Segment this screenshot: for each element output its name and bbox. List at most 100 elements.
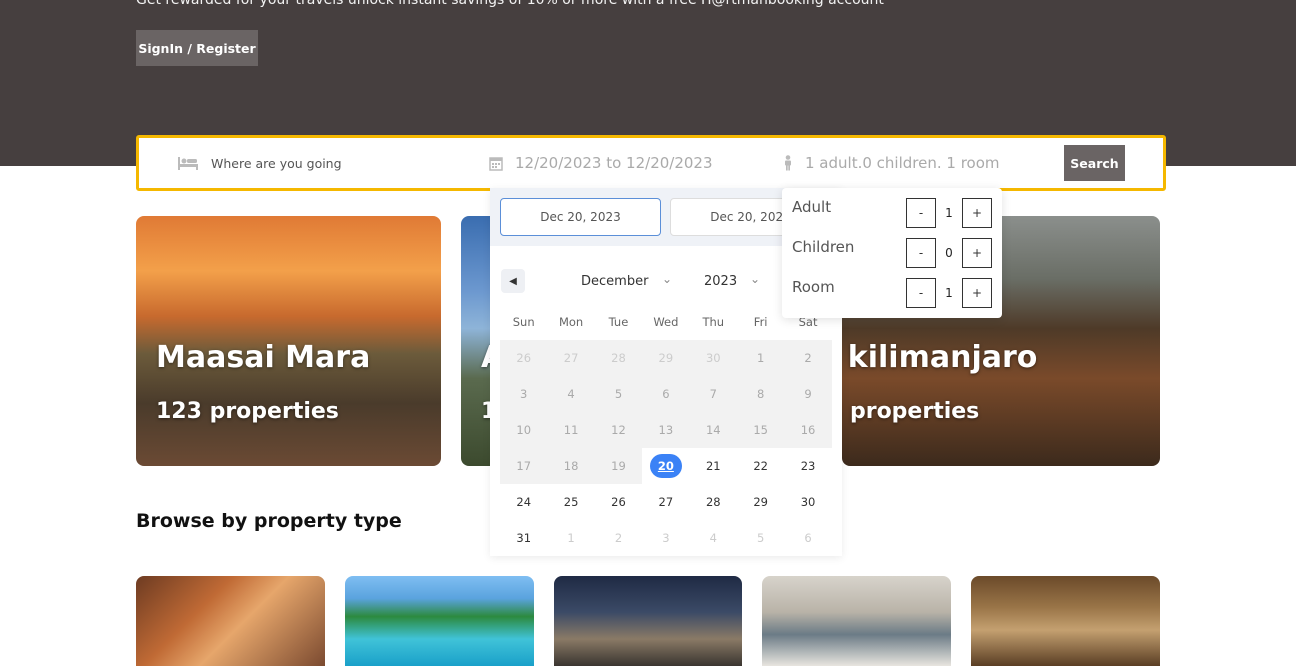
- room-value: 1: [945, 286, 953, 300]
- calendar-week-row: 24 25 26 27 28 29 30: [500, 484, 832, 520]
- calendar-day-number: 3: [520, 387, 528, 401]
- calendar-day[interactable]: 5: [737, 520, 784, 556]
- property-type-card[interactable]: [971, 576, 1160, 666]
- calendar-day-number: 23: [800, 459, 816, 473]
- calendar-day[interactable]: 23: [784, 448, 831, 484]
- calendar-day: 14: [689, 412, 737, 448]
- calendar-day[interactable]: 31: [500, 520, 547, 556]
- destination-input[interactable]: [211, 155, 461, 171]
- adult-minus-button[interactable]: -: [906, 198, 936, 228]
- calendar-day[interactable]: 30: [784, 484, 831, 520]
- calendar-day: 28: [594, 340, 643, 376]
- calendar-day: 19: [594, 448, 643, 484]
- calendar-day-number: 1: [756, 351, 765, 365]
- prev-month-button[interactable]: ◀: [501, 269, 525, 293]
- year-select[interactable]: 2023: [704, 274, 737, 289]
- calendar-day-number: 24: [516, 495, 532, 509]
- calendar-icon: [489, 156, 503, 171]
- calendar-week-row: 31 1 2 3 4 5 6: [500, 520, 832, 556]
- calendar-day-number: 9: [804, 387, 812, 401]
- calendar-day: 12: [594, 412, 643, 448]
- children-row: Children - 0 +: [792, 228, 992, 268]
- calendar-day: 3: [500, 376, 548, 412]
- calendar-day-number: 20: [649, 454, 682, 478]
- children-minus-button[interactable]: -: [906, 238, 936, 268]
- property-type-card[interactable]: [762, 576, 951, 666]
- calendar-day-number: 10: [516, 423, 532, 437]
- weekday-label: Mon: [558, 315, 584, 329]
- calendar-day: 29: [642, 340, 690, 376]
- calendar-day-number: 28: [611, 351, 626, 365]
- calendar-day-number: 6: [804, 531, 812, 545]
- calendar-day[interactable]: 2: [595, 520, 642, 556]
- calendar-day-number: 27: [563, 351, 579, 365]
- calendar-day: 5: [594, 376, 643, 412]
- start-date-input[interactable]: Dec 20, 2023: [500, 198, 661, 236]
- guests-text: 1 adult.0 children. 1 room: [805, 154, 1000, 172]
- calendar-day: 15: [736, 412, 785, 448]
- calendar-day-number: 15: [753, 423, 768, 437]
- dates-field[interactable]: 12/20/2023 to 12/20/2023: [489, 138, 769, 188]
- guests-popup: Adult - 1 + Children - 0 + Room - 1 +: [782, 188, 1002, 318]
- calendar-day-number: 19: [611, 459, 626, 473]
- calendar-day-number: 27: [658, 495, 674, 509]
- calendar-day-number: 12: [611, 423, 626, 437]
- calendar-day: 10: [500, 412, 548, 448]
- chevron-down-icon: ⌄: [662, 272, 673, 286]
- calendar-week-row: 26 27 28 29 30 1 2: [500, 340, 832, 376]
- calendar-day: 18: [547, 448, 595, 484]
- calendar-day: 17: [500, 448, 548, 484]
- dates-text: 12/20/2023 to 12/20/2023: [515, 154, 713, 172]
- calendar-day-selected[interactable]: 20: [642, 448, 689, 484]
- bed-icon: [177, 155, 199, 171]
- calendar-day: 16: [784, 412, 832, 448]
- weekday-label: Thu: [702, 315, 725, 329]
- property-type-card[interactable]: [345, 576, 534, 666]
- calendar-day[interactable]: 21: [690, 448, 737, 484]
- person-icon: [783, 155, 793, 171]
- calendar-day[interactable]: 1: [547, 520, 594, 556]
- section-title: Browse by property type: [136, 510, 402, 532]
- calendar-day: 2: [784, 340, 832, 376]
- room-minus-button[interactable]: -: [906, 278, 936, 308]
- month-select[interactable]: December: [581, 274, 648, 289]
- children-plus-button[interactable]: +: [962, 238, 992, 268]
- calendar-day: 7: [689, 376, 737, 412]
- destination-title: t kilimanjaro: [842, 340, 1038, 375]
- calendar-day[interactable]: 29: [737, 484, 784, 520]
- adult-value: 1: [945, 206, 953, 220]
- property-type-card[interactable]: [554, 576, 742, 666]
- calendar-day-number: 30: [800, 495, 816, 509]
- adult-row: Adult - 1 +: [792, 188, 992, 228]
- calendar-day-number: 13: [658, 423, 674, 437]
- calendar-day[interactable]: 24: [500, 484, 547, 520]
- room-plus-button[interactable]: +: [962, 278, 992, 308]
- calendar-day: 30: [689, 340, 737, 376]
- calendar-day[interactable]: 26: [595, 484, 642, 520]
- weekday-label: Wed: [653, 315, 679, 329]
- calendar-day-number: 4: [567, 387, 575, 401]
- hero-tagline: Get rewarded for your travels unlock ins…: [136, 0, 884, 8]
- calendar-day[interactable]: 6: [784, 520, 831, 556]
- calendar-day[interactable]: 28: [690, 484, 737, 520]
- calendar-day[interactable]: 3: [642, 520, 689, 556]
- destination-field[interactable]: [177, 138, 477, 188]
- calendar-day[interactable]: 4: [690, 520, 737, 556]
- adult-label: Adult: [792, 198, 832, 216]
- calendar-day[interactable]: 27: [642, 484, 689, 520]
- weekday-label: Sun: [512, 315, 535, 329]
- calendar-day[interactable]: 22: [737, 448, 784, 484]
- adult-plus-button[interactable]: +: [962, 198, 992, 228]
- signin-register-button[interactable]: SignIn / Register: [136, 30, 258, 66]
- calendar-day-number: 26: [516, 351, 532, 365]
- calendar-day: 1: [736, 340, 785, 376]
- destination-card-maasai-mara[interactable]: Maasai Mara 123 properties: [136, 216, 441, 466]
- calendar-day-number: 8: [756, 387, 765, 401]
- calendar-day-number: 3: [662, 531, 670, 545]
- property-type-card[interactable]: [136, 576, 325, 666]
- search-button[interactable]: Search: [1064, 145, 1125, 181]
- calendar-day[interactable]: 25: [547, 484, 594, 520]
- guests-field[interactable]: 1 adult.0 children. 1 room: [783, 138, 1043, 188]
- calendar-week-row: 17 18 19 20 21 22 23: [500, 448, 832, 484]
- calendar-day-number: 26: [611, 495, 626, 509]
